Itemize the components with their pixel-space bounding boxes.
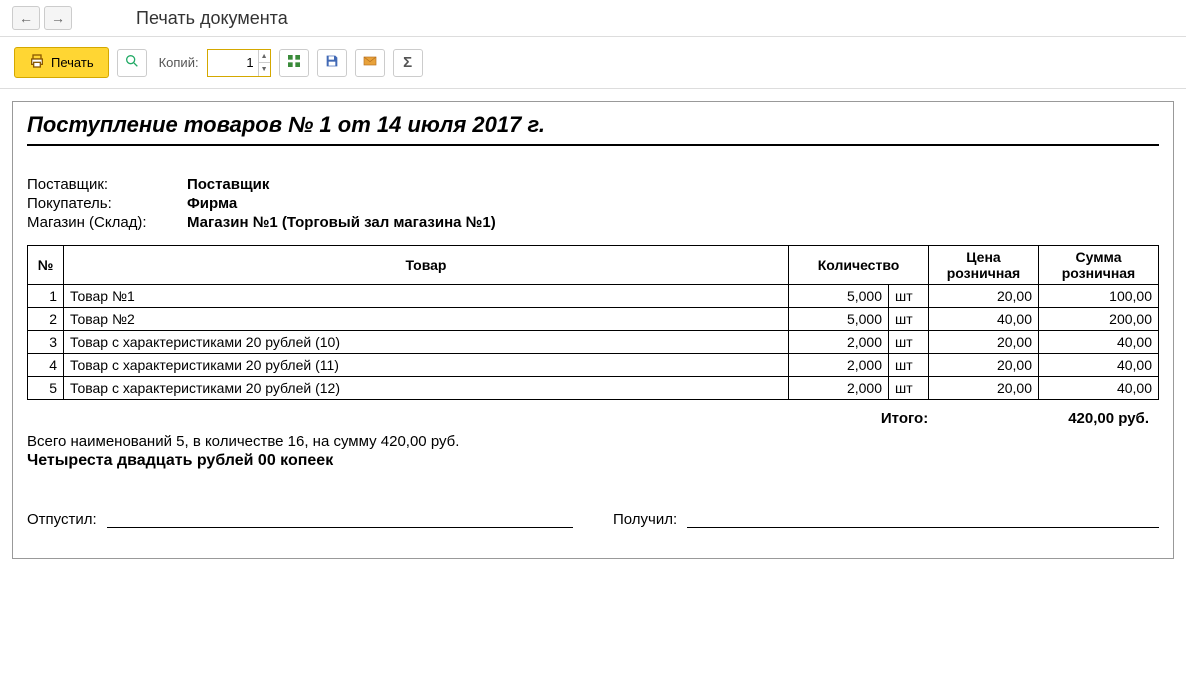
envelope-icon: [362, 53, 378, 72]
cell-price: 20,00: [929, 354, 1039, 377]
printer-icon: [29, 53, 45, 72]
cell-name: Товар с характеристиками 20 рублей (12): [64, 377, 789, 400]
cell-unit: шт: [889, 377, 929, 400]
totals-label: Итого:: [881, 410, 928, 427]
preview-button[interactable]: [117, 49, 147, 77]
table-row: 5Товар с характеристиками 20 рублей (12)…: [28, 377, 1159, 400]
cell-num: 1: [28, 285, 64, 308]
forward-button[interactable]: →: [44, 6, 72, 30]
table-row: 1Товар №15,000шт20,00100,00: [28, 285, 1159, 308]
supplier-label: Поставщик:: [27, 176, 187, 193]
cell-sum: 100,00: [1039, 285, 1159, 308]
cell-qty: 2,000: [789, 377, 889, 400]
amount-words: Четыреста двадцать рублей 00 копеек: [27, 452, 1159, 470]
email-button[interactable]: [355, 49, 385, 77]
table-row: 4Товар с характеристиками 20 рублей (11)…: [28, 354, 1159, 377]
header-name: Товар: [64, 246, 789, 285]
released-label: Отпустил:: [27, 511, 97, 528]
released-signature-line: [107, 510, 573, 528]
cell-qty: 5,000: [789, 308, 889, 331]
copies-label: Копий:: [159, 55, 199, 70]
store-value: Магазин №1 (Торговый зал магазина №1): [187, 214, 496, 231]
goods-table: № Товар Количество Цена розничная Сумма …: [27, 245, 1159, 400]
summary-text: Всего наименований 5, в количестве 16, н…: [27, 433, 1159, 450]
sum-button[interactable]: Σ: [393, 49, 423, 77]
floppy-icon: [324, 53, 340, 72]
buyer-label: Покупатель:: [27, 195, 187, 212]
cell-unit: шт: [889, 285, 929, 308]
cell-name: Товар с характеристиками 20 рублей (10): [64, 331, 789, 354]
cell-qty: 2,000: [789, 354, 889, 377]
print-button-label: Печать: [51, 55, 94, 70]
cell-qty: 2,000: [789, 331, 889, 354]
table-row: 2Товар №25,000шт40,00200,00: [28, 308, 1159, 331]
cell-price: 20,00: [929, 285, 1039, 308]
magnifier-icon: [124, 53, 140, 72]
header-num: №: [28, 246, 64, 285]
sigma-icon: Σ: [403, 54, 412, 71]
cell-sum: 40,00: [1039, 354, 1159, 377]
cell-unit: шт: [889, 354, 929, 377]
cell-num: 4: [28, 354, 64, 377]
cell-sum: 40,00: [1039, 377, 1159, 400]
cell-name: Товар №1: [64, 285, 789, 308]
header-qty: Количество: [789, 246, 929, 285]
cell-num: 3: [28, 331, 64, 354]
header-price: Цена розничная: [929, 246, 1039, 285]
cell-unit: шт: [889, 331, 929, 354]
document-title: Поступление товаров № 1 от 14 июля 2017 …: [27, 112, 1159, 146]
cell-price: 20,00: [929, 377, 1039, 400]
cell-sum: 40,00: [1039, 331, 1159, 354]
save-button[interactable]: [317, 49, 347, 77]
cell-name: Товар с характеристиками 20 рублей (11): [64, 354, 789, 377]
cell-price: 40,00: [929, 308, 1039, 331]
back-button[interactable]: ←: [12, 6, 40, 30]
buyer-value: Фирма: [187, 195, 237, 212]
print-button[interactable]: Печать: [14, 47, 109, 78]
cell-unit: шт: [889, 308, 929, 331]
supplier-value: Поставщик: [187, 176, 269, 193]
grid-icon: [286, 53, 302, 72]
received-signature-line: [687, 510, 1159, 528]
header-sum: Сумма розничная: [1039, 246, 1159, 285]
received-label: Получил:: [613, 511, 677, 528]
page-title: Печать документа: [136, 8, 288, 29]
totals-value: 420,00 руб.: [1068, 410, 1149, 427]
cell-num: 2: [28, 308, 64, 331]
cell-price: 20,00: [929, 331, 1039, 354]
store-label: Магазин (Склад):: [27, 214, 187, 231]
settings-button[interactable]: [279, 49, 309, 77]
cell-name: Товар №2: [64, 308, 789, 331]
copies-input[interactable]: [208, 50, 258, 76]
cell-num: 5: [28, 377, 64, 400]
cell-qty: 5,000: [789, 285, 889, 308]
document-preview: Поступление товаров № 1 от 14 июля 2017 …: [12, 101, 1174, 559]
copies-down-button[interactable]: ▼: [258, 63, 270, 76]
cell-sum: 200,00: [1039, 308, 1159, 331]
copies-up-button[interactable]: ▲: [258, 50, 270, 63]
table-row: 3Товар с характеристиками 20 рублей (10)…: [28, 331, 1159, 354]
